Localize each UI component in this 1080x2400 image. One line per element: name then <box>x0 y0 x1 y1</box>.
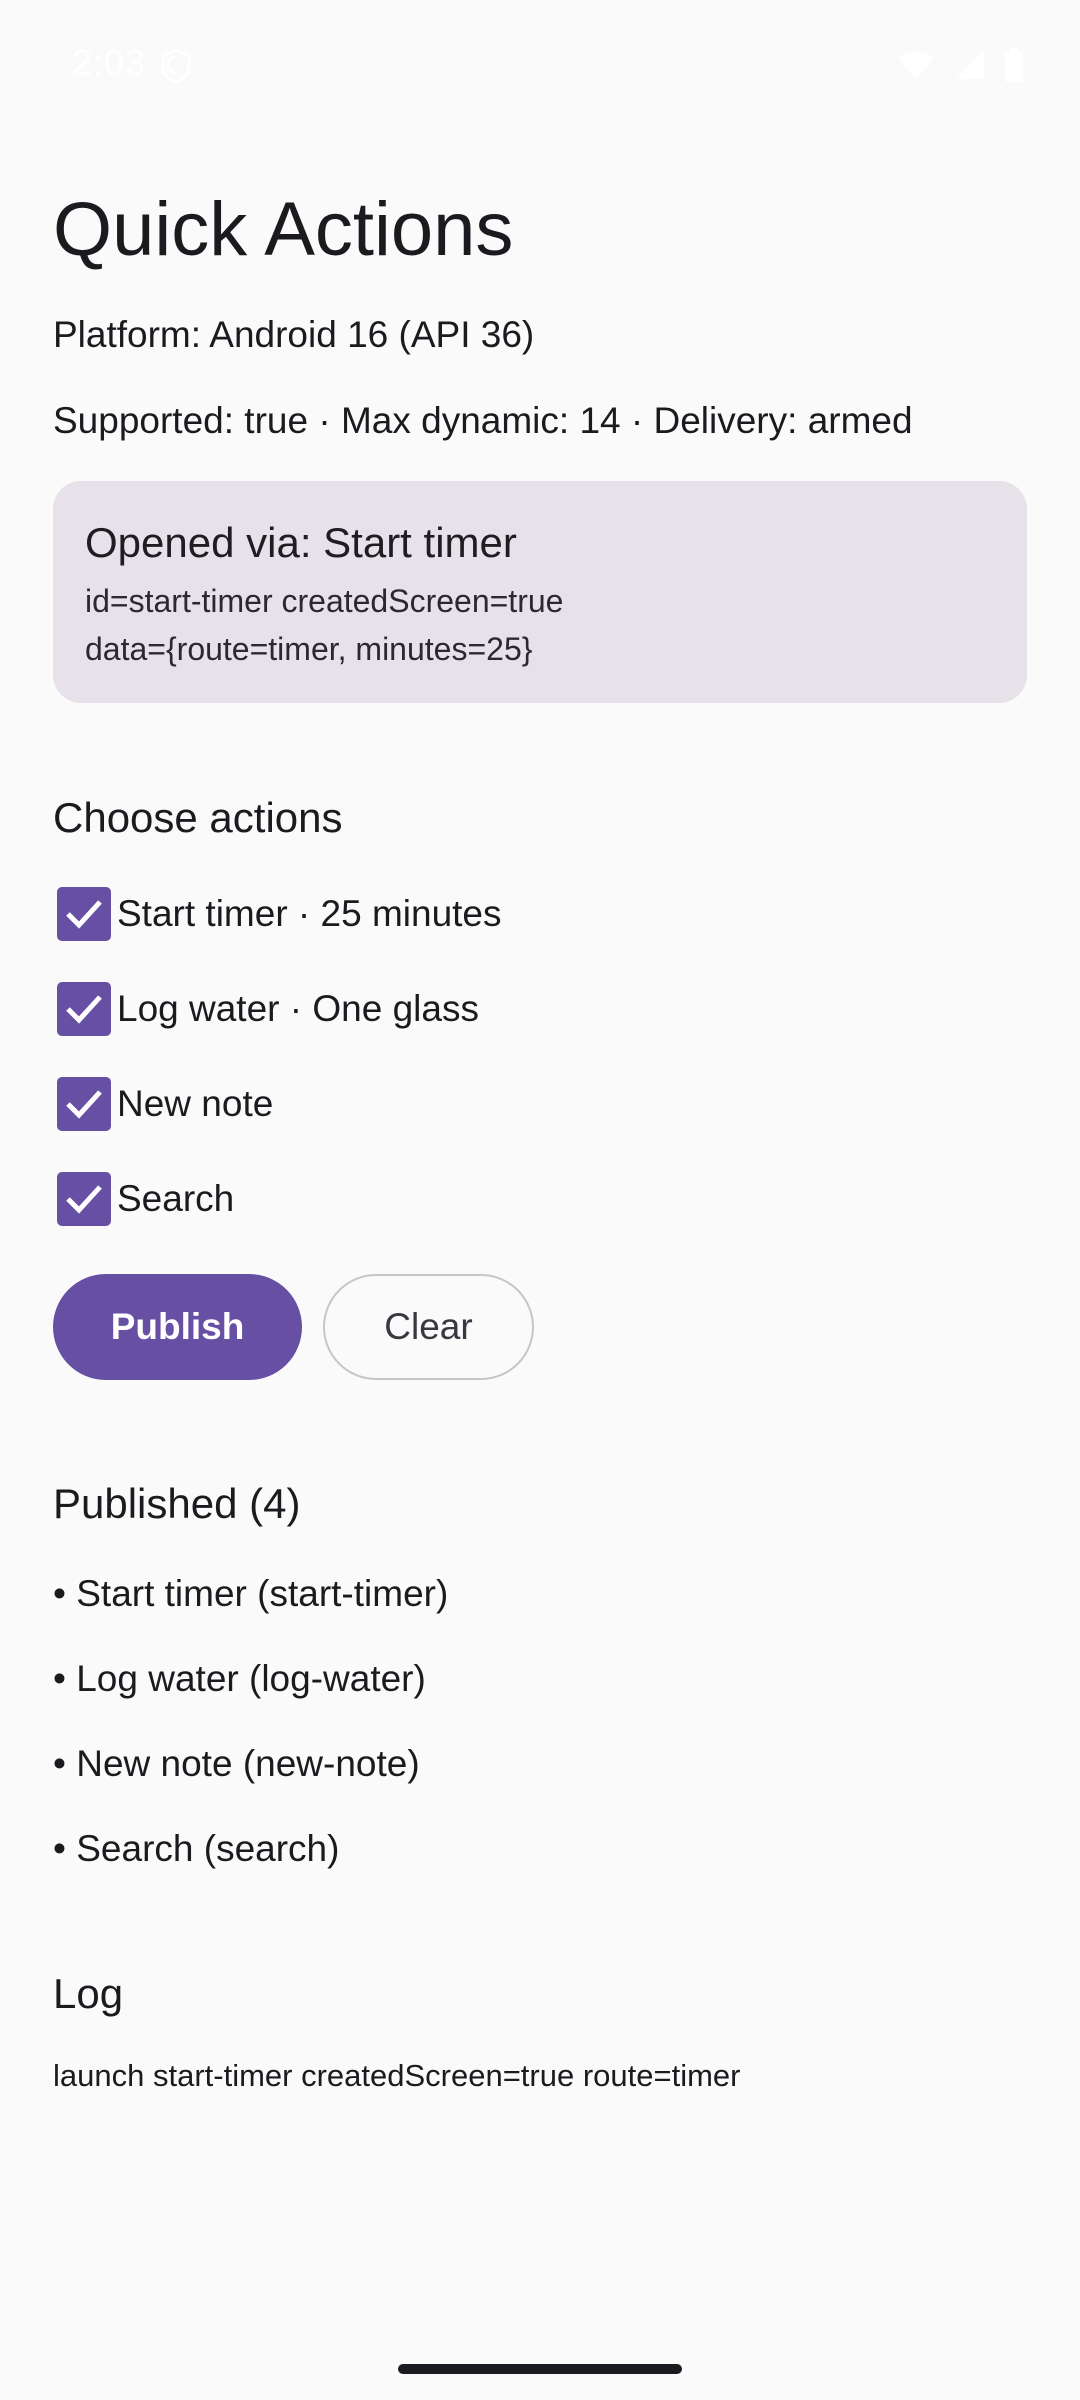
checkbox-checked[interactable] <box>57 887 111 941</box>
action-item-log-water[interactable]: Log water · One glass <box>57 979 479 1039</box>
status-icons <box>896 48 1024 87</box>
choose-actions-heading: Choose actions <box>53 794 343 841</box>
published-item: • Search (search) <box>53 1828 340 1869</box>
check-icon <box>66 995 102 1024</box>
log-heading: Log <box>53 1970 124 2017</box>
battery-icon <box>1004 48 1024 87</box>
wifi-icon <box>896 49 936 86</box>
action-label: New note <box>117 1083 274 1124</box>
signal-icon <box>954 49 986 86</box>
action-item-search[interactable]: Search <box>57 1169 234 1229</box>
check-icon <box>66 1185 102 1214</box>
action-label: Search <box>117 1178 235 1219</box>
log-entry: launch start-timer createdScreen=true ro… <box>53 2058 741 2093</box>
checkbox-checked[interactable] <box>57 982 111 1036</box>
status-bar: 2:03 <box>0 0 1080 130</box>
opened-id-line: id=start-timer createdScreen=true <box>85 583 564 619</box>
opened-via-card: Opened via: Start timer id=start-timer c… <box>53 481 1027 703</box>
action-item-new-note[interactable]: New note <box>57 1074 273 1134</box>
publish-button[interactable]: Publish <box>53 1274 302 1380</box>
opened-data-line: data={route=timer, minutes=25} <box>85 631 533 667</box>
check-icon <box>66 900 102 929</box>
home-indicator[interactable] <box>398 2364 682 2374</box>
checkbox-checked[interactable] <box>57 1172 111 1226</box>
check-icon <box>66 1090 102 1119</box>
checkbox-checked[interactable] <box>57 1077 111 1131</box>
clear-button[interactable]: Clear <box>323 1274 534 1380</box>
action-label: Start timer · 25 minutes <box>117 893 502 934</box>
published-item: • New note (new-note) <box>53 1743 420 1784</box>
published-item: • Start timer (start-timer) <box>53 1573 449 1614</box>
action-item-start-timer[interactable]: Start timer · 25 minutes <box>57 884 502 944</box>
page-title: Quick Actions <box>53 187 514 272</box>
platform-info: Platform: Android 16 (API 36) <box>53 314 535 355</box>
published-heading: Published (4) <box>53 1480 301 1527</box>
status-time: 2:03 <box>72 42 147 83</box>
support-info: Supported: true · Max dynamic: 14 · Deli… <box>53 400 913 441</box>
published-item: • Log water (log-water) <box>53 1658 426 1699</box>
action-label: Log water · One glass <box>117 988 479 1029</box>
shield-icon <box>160 48 192 84</box>
opened-via-title: Opened via: Start timer <box>85 519 517 566</box>
